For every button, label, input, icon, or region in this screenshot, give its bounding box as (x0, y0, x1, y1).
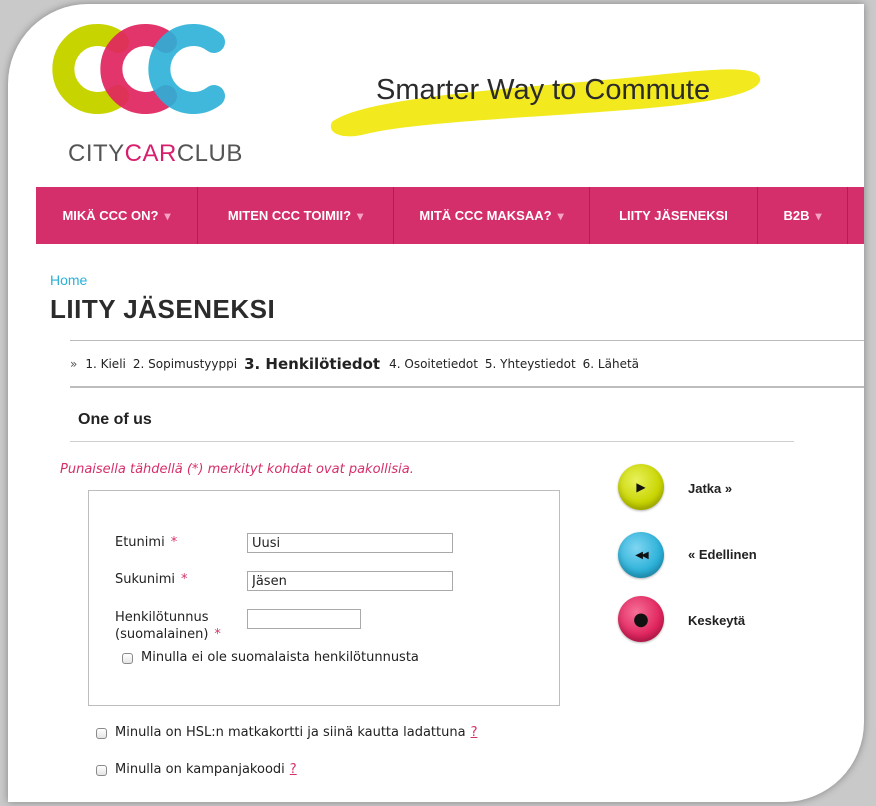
help-link[interactable]: ? (290, 762, 297, 777)
first-name-input[interactable] (247, 533, 453, 553)
step-yhteystiedot: 5. Yhteystiedot (484, 356, 576, 371)
chevron-down-icon: ▾ (357, 208, 364, 223)
step-osoitetiedot: 4. Osoitetiedot (389, 356, 478, 371)
required-fields-note: Punaisella tähdellä (*) merkityt kohdat … (60, 462, 414, 477)
page-title: LIITY JÄSENEKSI (50, 294, 276, 324)
previous-button-label[interactable]: « Edellinen (688, 547, 757, 562)
step-sopimustyyppi: 2. Sopimustyyppi (132, 356, 238, 371)
tagline-text: Smarter Way to Commute (376, 74, 711, 106)
nav-label: B2B (783, 208, 810, 223)
chevron-down-icon: ▾ (815, 208, 822, 223)
first-name-label-text: Etunimi (115, 535, 165, 550)
nav-item-miten-ccc-toimii[interactable]: MITEN CCC TOIMII? ▾ (198, 187, 394, 244)
step-kieli: 1. Kieli (85, 356, 126, 371)
section-divider (70, 441, 794, 442)
ssn-label: Henkilötunnus (suomalainen) * (115, 609, 221, 643)
hsl-card-label: Minulla on HSL:n matkakortti ja siinä ka… (115, 725, 477, 740)
chevron-down-icon: ▾ (557, 208, 564, 223)
tagline-banner: Smarter Way to Commute (326, 60, 766, 140)
nav-item-liity-jaseneksi[interactable]: LIITY JÄSENEKSI (590, 187, 758, 244)
main-nav: MIKÄ CCC ON? ▾ MITEN CCC TOIMII? ▾ MITÄ CC… (36, 187, 864, 244)
next-button-label[interactable]: Jatka » (688, 481, 732, 496)
last-name-label: Sukunimi * (115, 572, 188, 587)
rewind-icon: ◀◀ (635, 549, 648, 561)
step-laheta: 6. Lähetä (582, 356, 640, 371)
play-icon: ▶ (636, 480, 646, 494)
campaign-code-label: Minulla on kampanjakoodi? (115, 762, 297, 777)
citycarclub-logo (52, 24, 225, 114)
no-finnish-ssn-label: Minulla ei ole suomalaista henkilötunnus… (141, 650, 419, 665)
cancel-button[interactable]: ● (618, 596, 664, 642)
stop-icon: ● (633, 608, 649, 630)
ssn-input[interactable] (247, 609, 361, 629)
campaign-code-checkbox[interactable] (96, 765, 107, 776)
cancel-button-label[interactable]: Keskeytä (688, 613, 745, 628)
nav-item-mita-ccc-maksaa[interactable]: MITÄ CCC MAKSAA? ▾ (394, 187, 590, 244)
no-finnish-ssn-checkbox[interactable] (122, 653, 133, 664)
step-henkilotiedot-current: 3. Henkilötiedot (244, 354, 381, 373)
step-indicator: » 1. Kieli 2. Sopimustyyppi 3. Henkilöti… (70, 340, 864, 388)
nav-label: MITÄ CCC MAKSAA? (419, 208, 552, 223)
nav-label: LIITY JÄSENEKSI (619, 208, 728, 223)
ssn-label-line1: Henkilötunnus (115, 610, 209, 625)
nav-item-mika-ccc-on[interactable]: MIKÄ CCC ON? ▾ (36, 187, 198, 244)
last-name-label-text: Sukunimi (115, 572, 175, 587)
hsl-card-label-text: Minulla on HSL:n matkakortti ja siinä ka… (115, 725, 466, 740)
required-asterisk: * (181, 572, 188, 587)
first-name-label: Etunimi * (115, 535, 177, 550)
last-name-input[interactable] (247, 571, 453, 591)
ssn-label-line2: (suomalainen) (115, 627, 209, 642)
required-asterisk: * (214, 627, 221, 642)
steps-arrow-icon: » (70, 356, 78, 371)
chevron-down-icon: ▾ (164, 208, 171, 223)
required-asterisk: * (170, 535, 178, 550)
nav-item-b2b[interactable]: B2B ▾ (758, 187, 848, 244)
hsl-card-checkbox[interactable] (96, 728, 107, 739)
previous-button[interactable]: ◀◀ (618, 532, 664, 578)
personal-info-form: Etunimi * Sukunimi * Henkilötunnus (suomal… (88, 490, 560, 706)
section-heading: One of us (78, 411, 152, 428)
brand-wordmark: CITYCARCLUB (68, 140, 243, 167)
nav-label: MITEN CCC TOIMII? (227, 208, 352, 223)
campaign-code-label-text: Minulla on kampanjakoodi (115, 762, 285, 777)
next-button[interactable]: ▶ (618, 464, 664, 510)
breadcrumb-home-link[interactable]: Home (50, 272, 87, 288)
help-link[interactable]: ? (471, 725, 478, 740)
nav-label: MIKÄ CCC ON? (62, 208, 159, 223)
page-frame: CITYCARCLUB Smarter Way to Commute MIKÄ … (8, 4, 864, 802)
